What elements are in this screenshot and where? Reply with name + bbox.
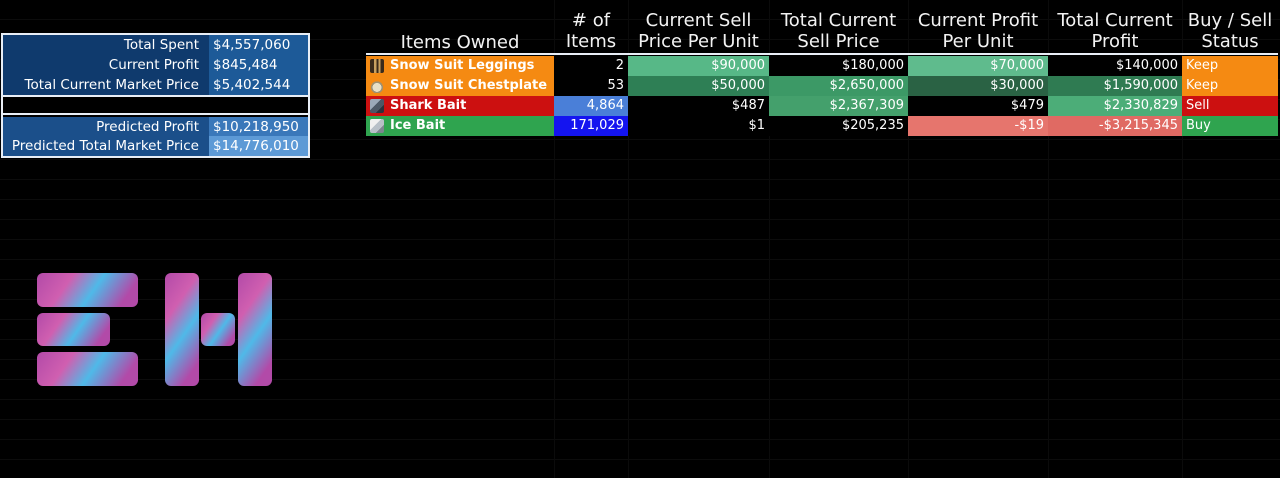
- table-header: Items Owned # of Items Current Sell Price …: [366, 9, 1278, 53]
- header-label: Sell Price: [797, 31, 880, 52]
- header-label: Total Current: [1057, 10, 1173, 31]
- sell-price-cell[interactable]: $487: [628, 96, 769, 116]
- item-name-cell[interactable]: Ice Bait: [366, 116, 554, 136]
- summary-label: Current Profit: [3, 55, 209, 75]
- sell-price-cell[interactable]: $50,000: [628, 76, 769, 96]
- total-profit-cell[interactable]: $2,330,829: [1048, 96, 1182, 116]
- summary-row-predicted-market[interactable]: Predicted Total Market Price $14,776,010: [3, 136, 308, 156]
- item-count-cell[interactable]: 171,029: [554, 116, 628, 136]
- item-name-cell[interactable]: Snow Suit Leggings: [366, 56, 554, 76]
- summary-panel: Total Spent $4,557,060 Current Profit $8…: [1, 33, 310, 158]
- sell-price-cell[interactable]: $1: [628, 116, 769, 136]
- logo-bar: [37, 313, 110, 346]
- header-num-items[interactable]: # of Items: [554, 9, 628, 53]
- summary-value[interactable]: $14,776,010: [209, 136, 308, 156]
- total-profit-cell[interactable]: $1,590,000: [1048, 76, 1182, 96]
- summary-label: Predicted Profit: [3, 117, 209, 137]
- header-label: Profit: [1091, 31, 1139, 52]
- logo-bar: [37, 273, 138, 307]
- status-cell[interactable]: Buy: [1182, 116, 1278, 136]
- summary-label: Predicted Total Market Price: [3, 136, 209, 156]
- table-row[interactable]: Ice Bait 171,029 $1 $205,235 -$19 -$3,21…: [366, 116, 1278, 136]
- profit-unit-cell[interactable]: $30,000: [908, 76, 1048, 96]
- summary-row-predicted-profit[interactable]: Predicted Profit $10,218,950: [3, 117, 308, 137]
- item-name-cell[interactable]: Shark Bait: [366, 96, 554, 116]
- header-label: Current Profit: [917, 10, 1039, 31]
- table-row[interactable]: Shark Bait 4,864 $487 $2,367,309 $479 $2…: [366, 96, 1278, 116]
- chestplate-icon: [370, 79, 384, 93]
- header-items-owned[interactable]: Items Owned: [366, 9, 554, 53]
- shark-bait-icon: [370, 99, 384, 113]
- logo-bar: [37, 352, 138, 386]
- summary-value[interactable]: $845,484: [209, 55, 308, 75]
- header-label: # of: [571, 10, 611, 31]
- table-row[interactable]: Snow Suit Chestplate 53 $50,000 $2,650,0…: [366, 76, 1278, 96]
- summary-separator: [3, 95, 308, 115]
- summary-label: Total Spent: [3, 35, 209, 55]
- summary-value[interactable]: $10,218,950: [209, 117, 308, 137]
- total-sell-cell[interactable]: $2,367,309: [769, 96, 908, 116]
- header-divider: [366, 53, 1278, 55]
- item-name: Shark Bait: [390, 98, 467, 113]
- item-count-cell[interactable]: 53: [554, 76, 628, 96]
- profit-unit-cell[interactable]: -$19: [908, 116, 1048, 136]
- header-label: Items: [565, 31, 617, 52]
- status-cell[interactable]: Keep: [1182, 56, 1278, 76]
- item-count-cell[interactable]: 4,864: [554, 96, 628, 116]
- profit-unit-cell[interactable]: $70,000: [908, 56, 1048, 76]
- table-row[interactable]: Snow Suit Leggings 2 $90,000 $180,000 $7…: [366, 56, 1278, 76]
- header-label: Total Current: [780, 10, 897, 31]
- header-profit-unit[interactable]: Current Profit Per Unit: [908, 9, 1048, 53]
- header-label: Per Unit: [942, 31, 1014, 52]
- total-sell-cell[interactable]: $2,650,000: [769, 76, 908, 96]
- eh-logo: [37, 270, 273, 388]
- header-status[interactable]: Buy / Sell Status: [1182, 9, 1278, 53]
- header-label: Status: [1201, 31, 1259, 52]
- header-total-profit[interactable]: Total Current Profit: [1048, 9, 1182, 53]
- status-cell[interactable]: Keep: [1182, 76, 1278, 96]
- profit-unit-cell[interactable]: $479: [908, 96, 1048, 116]
- summary-row-current-profit[interactable]: Current Profit $845,484: [3, 55, 308, 75]
- summary-label: Total Current Market Price: [3, 75, 209, 95]
- item-name-cell[interactable]: Snow Suit Chestplate: [366, 76, 554, 96]
- item-count-cell[interactable]: 2: [554, 56, 628, 76]
- header-sell-price[interactable]: Current Sell Price Per Unit: [628, 9, 769, 53]
- logo-bar: [238, 273, 272, 386]
- header-label: Buy / Sell: [1187, 10, 1273, 31]
- ice-bait-icon: [370, 119, 384, 133]
- item-name: Snow Suit Leggings: [390, 58, 535, 73]
- item-name: Ice Bait: [390, 118, 446, 133]
- summary-row-total-market[interactable]: Total Current Market Price $5,402,544: [3, 75, 308, 95]
- total-sell-cell[interactable]: $180,000: [769, 56, 908, 76]
- header-label: Current Sell: [645, 10, 752, 31]
- logo-bar: [201, 313, 235, 346]
- summary-row-total-spent[interactable]: Total Spent $4,557,060: [3, 35, 308, 55]
- leggings-icon: [370, 59, 384, 73]
- logo-bar: [165, 273, 199, 386]
- header-label: Items Owned: [400, 32, 520, 53]
- summary-value[interactable]: $4,557,060: [209, 35, 308, 55]
- header-total-sell[interactable]: Total Current Sell Price: [769, 9, 908, 53]
- header-label: Price Per Unit: [638, 31, 759, 52]
- total-sell-cell[interactable]: $205,235: [769, 116, 908, 136]
- status-cell[interactable]: Sell: [1182, 96, 1278, 116]
- summary-value[interactable]: $5,402,544: [209, 75, 308, 95]
- total-profit-cell[interactable]: $140,000: [1048, 56, 1182, 76]
- sell-price-cell[interactable]: $90,000: [628, 56, 769, 76]
- total-profit-cell[interactable]: -$3,215,345: [1048, 116, 1182, 136]
- item-name: Snow Suit Chestplate: [390, 78, 548, 93]
